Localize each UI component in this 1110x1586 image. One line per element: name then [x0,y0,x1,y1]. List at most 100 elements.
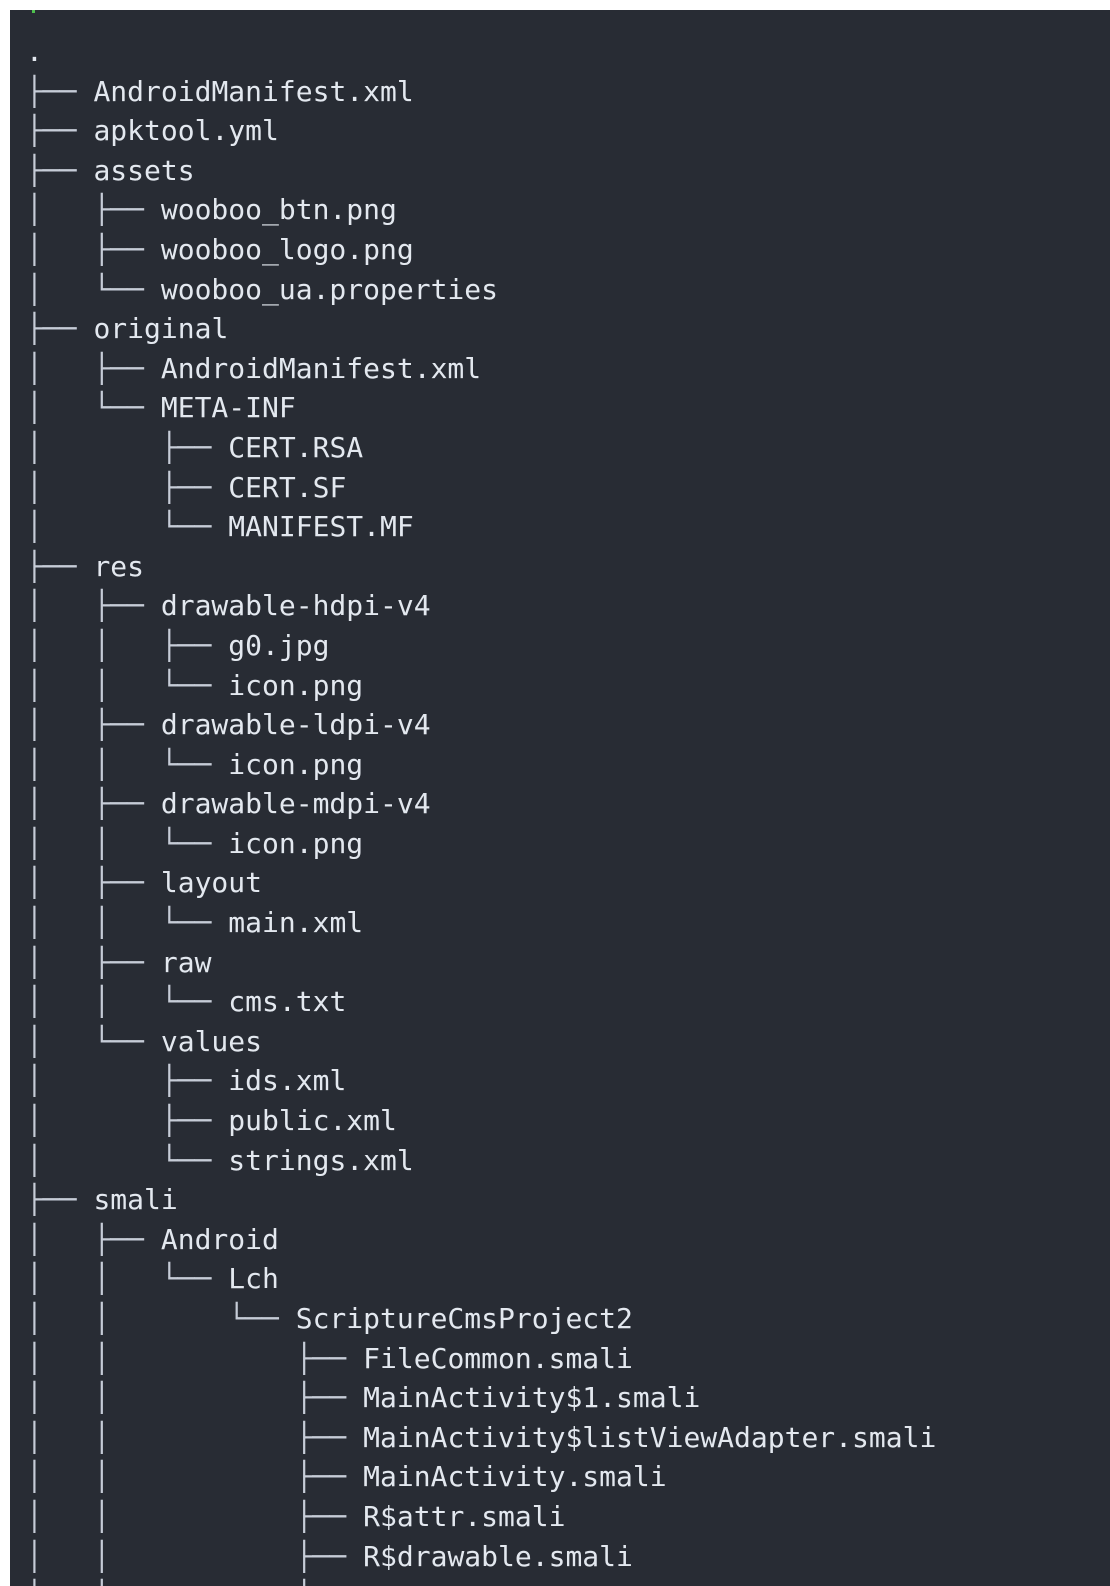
tree-line: │ ├── wooboo_logo.png [26,230,936,270]
tree-entry-name: MainActivity.smali [363,1460,667,1494]
tree-branch-glyphs: ├── [26,549,94,583]
tree-branch-glyphs: │ │ ├── [26,1539,364,1573]
tree-line: │ │ └── icon.png [26,824,936,864]
tree-entry-name: CERT.SF [228,470,347,504]
tree-entry-name: values [160,1024,263,1058]
terminal-window: . ├── AndroidManifest.xml ├── apktool.yml ├… [10,10,1110,1586]
tree-branch-glyphs: │ │ ├── [26,1579,363,1586]
tree-entry-name: drawable-ldpi-v4 [160,708,431,742]
tree-line: │ │ └── icon.png [26,666,936,706]
tree-entry-name: wooboo_ua.properties [160,272,499,306]
tree-line: │ └── META-INF [26,388,936,428]
tree-branch-glyphs: │ │ ├── [26,628,229,662]
tree-branch-glyphs: │ ├── [26,589,161,623]
tree-line: │ ├── CERT.SF [26,468,936,508]
tree-entry-name: ScriptureCmsProject2 [295,1302,633,1335]
tree-branch-glyphs: ├── [26,153,94,187]
tree-branch-glyphs: ├── [26,1183,94,1217]
tree-branch-glyphs: │ └── [26,272,161,306]
tree-branch-glyphs: │ └── [26,1143,229,1177]
tree-branch-glyphs: │ ├── [26,1222,161,1256]
tree-branch-glyphs: │ ├── [26,866,161,900]
tree-branch-glyphs: ├── [26,114,94,148]
tree-entry-name: MainActivity$listViewAdapter.smali [363,1420,937,1454]
tree-line: ├── smali [26,1180,936,1220]
tree-line: │ │ ├── MainActivity$1.smali [26,1378,936,1418]
tree-line: │ │ └── Lch [26,1259,936,1299]
tree-entry-name: MANIFEST.MF [228,510,414,544]
tree-branch-glyphs: │ │ ├── [26,1341,364,1375]
directory-tree: . ├── AndroidManifest.xml ├── apktool.yml ├… [26,32,936,1586]
tree-line: │ ├── Android [26,1220,936,1260]
tree-line: │ └── strings.xml [26,1141,936,1181]
tree-branch-glyphs: │ ├── [26,787,161,821]
tree-branch-glyphs: │ │ ├── [26,1381,364,1415]
tree-line: │ ├── layout [26,863,936,903]
tree-line: │ │ ├── [26,1576,936,1586]
tree-line: │ ├── ids.xml [26,1061,936,1101]
tree-entry-name: smali [93,1183,178,1217]
tree-entry-name: AndroidManifest.xml [160,351,482,385]
tree-line: │ │ ├── R$attr.smali [26,1497,936,1537]
tree-entry-name: main.xml [228,906,364,940]
tree-line: ├── res [26,547,936,587]
tree-entry-name: Lch [228,1262,279,1296]
tree-branch-glyphs: │ └── [26,510,229,544]
tree-branch-glyphs: ├── [26,74,94,108]
tree-entry-name: FileCommon.smali [363,1341,633,1375]
tree-line: . [26,32,936,72]
tree-branch-glyphs: │ │ ├── [26,1420,364,1454]
tree-line: │ │ ├── g0.jpg [26,626,936,666]
tree-entry-name: . [26,35,43,68]
tree-line: │ │ └── cms.txt [26,982,936,1022]
tree-branch-glyphs: │ │ └── [26,826,229,860]
tree-line: │ ├── wooboo_btn.png [26,190,936,230]
tree-branch-glyphs: │ ├── [26,470,229,504]
tree-line: │ │ └── main.xml [26,903,936,943]
tree-entry-name: META-INF [160,391,296,425]
tree-branch-glyphs: │ │ └── [26,668,229,702]
tree-entry-name: apktool.yml [93,114,279,148]
tree-line: │ ├── drawable-ldpi-v4 [26,705,936,745]
terminal-cursor [32,10,35,13]
tree-branch-glyphs: │ ├── [26,1104,229,1138]
tree-entry-name: public.xml [228,1104,397,1138]
tree-entry-name: wooboo_btn.png [160,193,397,227]
tree-entry-name: drawable-mdpi-v4 [160,787,431,821]
tree-entry-name: original [93,312,229,346]
tree-branch-glyphs: │ │ └── [26,1262,229,1296]
tree-branch-glyphs: │ ├── [26,232,161,266]
tree-line: │ ├── AndroidManifest.xml [26,349,936,389]
tree-entry-name: icon.png [228,747,364,781]
tree-line: ├── apktool.yml [26,111,936,151]
tree-branch-glyphs: │ ├── [26,708,161,742]
tree-branch-glyphs: │ ├── [26,351,161,385]
tree-entry-name: drawable-hdpi-v4 [160,589,431,623]
tree-line: │ │ └── ScriptureCmsProject2 [26,1299,936,1339]
tree-entry-name: AndroidManifest.xml [93,74,414,108]
tree-branch-glyphs: │ │ └── [26,1302,296,1335]
tree-entry-name: layout [160,866,263,900]
tree-entry-name: MainActivity$1.smali [363,1381,701,1415]
tree-entry-name: strings.xml [228,1143,414,1177]
tree-line: │ │ ├── R$drawable.smali [26,1537,936,1577]
tree-line: │ └── MANIFEST.MF [26,507,936,547]
tree-entry-name: R$attr.smali [363,1499,566,1533]
tree-branch-glyphs: │ ├── [26,945,161,979]
tree-entry-name: icon.png [228,668,364,702]
tree-entry-name: res [93,549,145,583]
tree-line: │ │ └── icon.png [26,745,936,785]
tree-line: │ └── wooboo_ua.properties [26,270,936,310]
tree-entry-name: icon.png [228,826,364,860]
tree-line: │ ├── public.xml [26,1101,936,1141]
tree-branch-glyphs: │ │ └── [26,985,229,1019]
tree-entry-name: raw [160,945,212,979]
tree-line: │ └── values [26,1022,936,1062]
tree-line: ├── original [26,309,936,349]
tree-line: ├── assets [26,151,936,191]
tree-entry-name: g0.jpg [228,628,330,662]
tree-line: │ │ ├── MainActivity.smali [26,1457,936,1497]
tree-entry-name: wooboo_logo.png [160,232,414,266]
tree-branch-glyphs: │ │ ├── [26,1460,364,1494]
tree-branch-glyphs: │ │ └── [26,747,229,781]
